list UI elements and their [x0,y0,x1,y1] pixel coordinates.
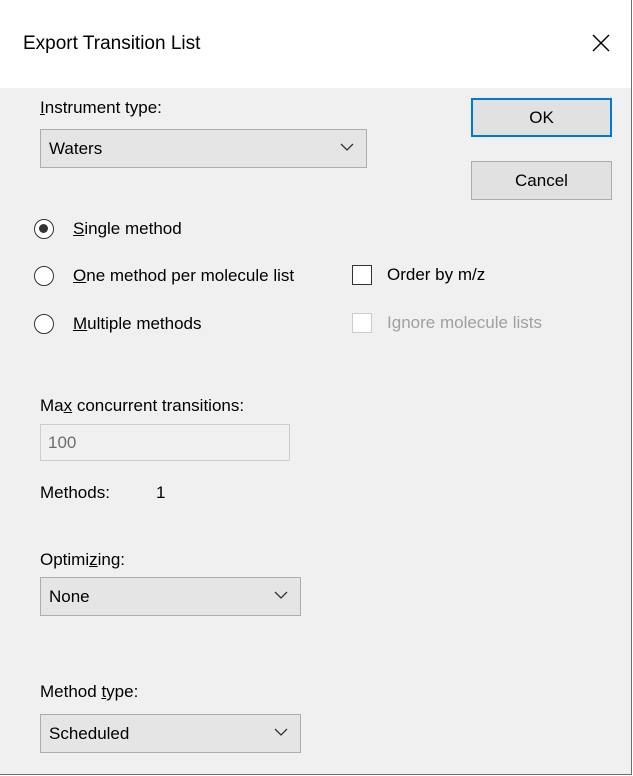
single-method-label[interactable]: Single method [73,219,182,239]
single-method-radio[interactable] [34,219,54,239]
chevron-down-icon [274,591,288,599]
order-by-mz-label[interactable]: Order by m/z [387,265,485,285]
one-method-per-list-radio[interactable] [34,266,54,286]
optimizing-dropdown[interactable]: None [40,577,301,616]
max-concurrent-input[interactable]: 100 [40,424,290,461]
methods-count-value: 1 [156,483,166,502]
method-type-dropdown[interactable]: Scheduled [40,714,301,753]
dialog-body: Instrument type: Waters OK Cancel Single… [0,88,631,774]
max-concurrent-value: 100 [48,433,77,452]
multiple-methods-radio[interactable] [34,314,54,334]
methods-count-label: Methods: [40,483,110,502]
dialog-title: Export Transition List [23,33,201,54]
instrument-type-dropdown[interactable]: Waters [40,129,367,168]
export-transition-list-dialog: Export Transition List Instrument type: … [0,0,632,775]
chevron-down-icon [340,143,354,151]
method-type-value: Scheduled [49,724,130,743]
optimizing-label: Optimizing: [40,550,126,569]
optimizing-value: None [49,587,90,606]
one-method-per-list-label[interactable]: One method per molecule list [73,266,294,286]
close-button[interactable] [575,18,631,70]
cancel-button[interactable]: Cancel [471,161,612,200]
chevron-down-icon [274,728,288,736]
ok-button[interactable]: OK [471,98,612,137]
ignore-molecule-lists-checkbox[interactable] [352,313,372,333]
ignore-molecule-lists-label: Ignore molecule lists [387,313,542,332]
close-x-icon [592,34,610,52]
title-bar: Export Transition List [0,0,631,88]
multiple-methods-label[interactable]: Multiple methods [73,314,202,334]
instrument-type-label: Instrument type: [40,98,162,117]
instrument-type-value: Waters [49,139,103,158]
order-by-mz-checkbox[interactable] [352,265,372,285]
max-concurrent-label: Max concurrent transitions: [40,396,245,415]
method-type-label: Method type: [40,682,139,701]
